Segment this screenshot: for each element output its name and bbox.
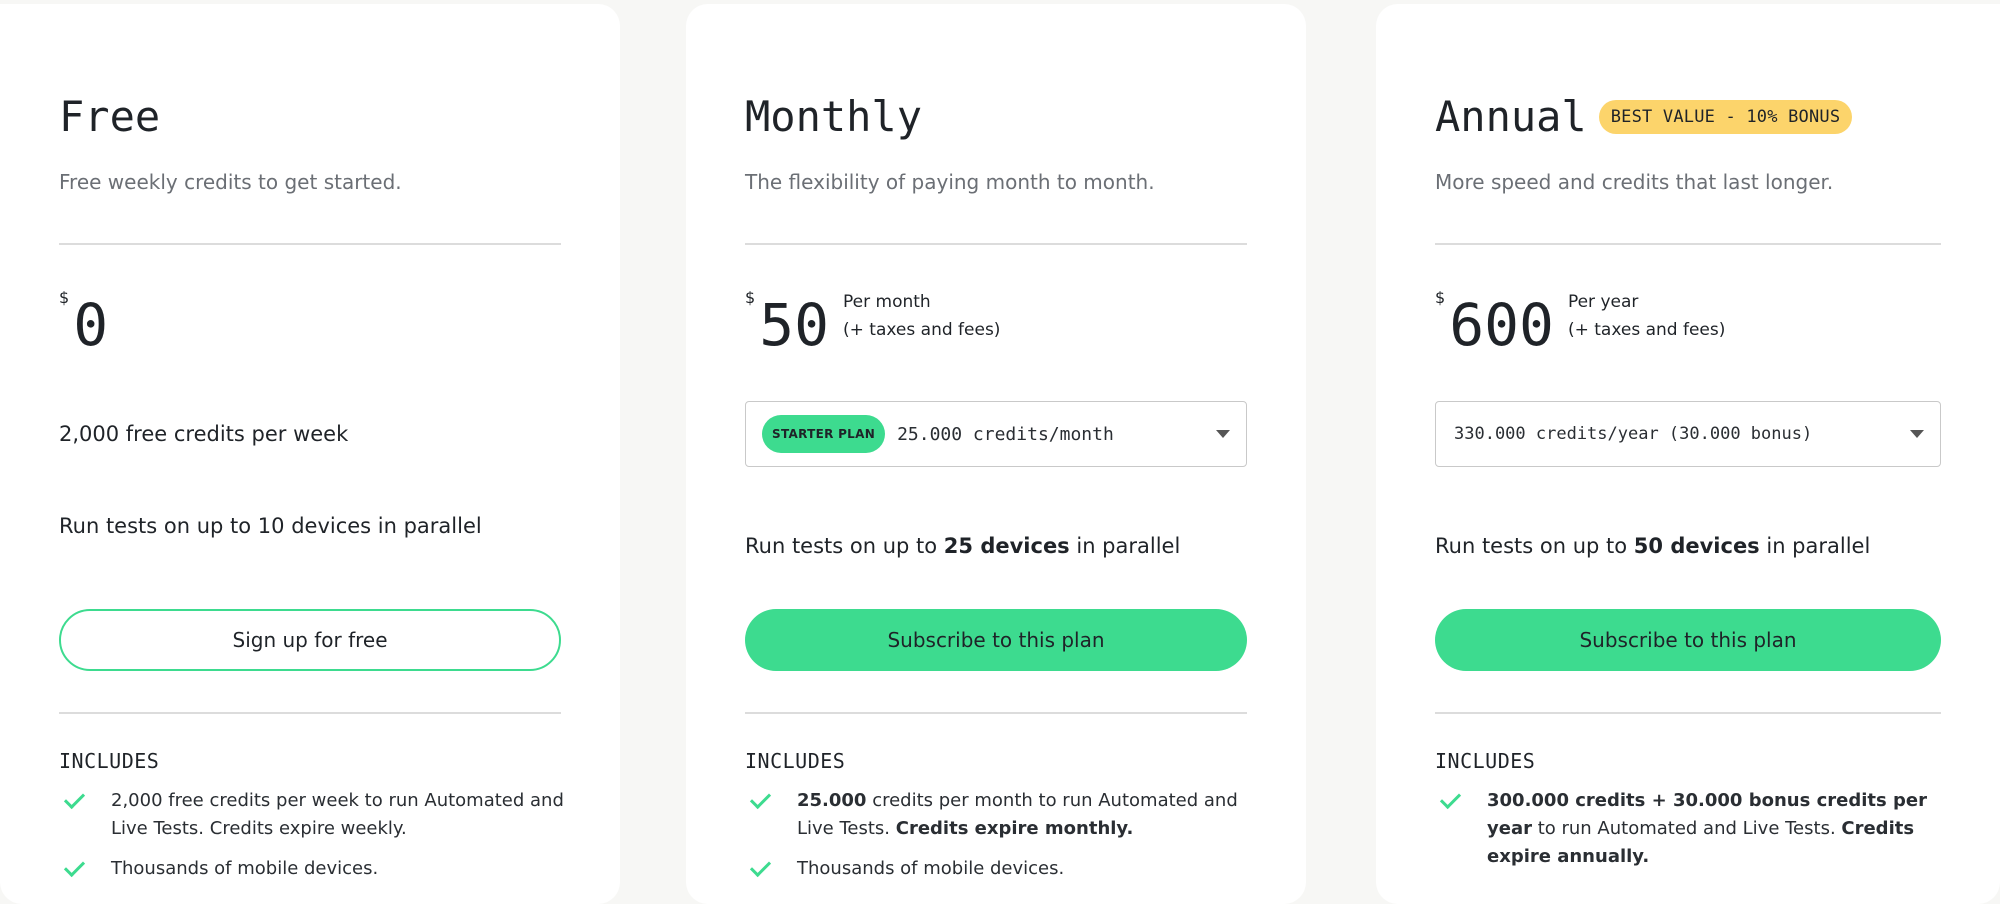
feature-bold-expiry: Credits expire monthly. (895, 818, 1134, 839)
check-icon (1435, 787, 1487, 815)
currency-symbol: $ (745, 288, 756, 307)
plan-title: Monthly (745, 92, 922, 141)
includes-label: INCLUDES (745, 749, 846, 773)
price: $ 0 (59, 288, 108, 354)
credits-select[interactable]: STARTER PLAN 25.000 credits/month (745, 401, 1247, 467)
feature-text: 300.000 credits + 30.000 bonus credits p… (1487, 787, 1947, 871)
divider (745, 243, 1247, 245)
plan-title-text: Monthly (745, 92, 923, 141)
plan-subtitle: Free weekly credits to get started. (59, 170, 402, 194)
starter-plan-tag: STARTER PLAN (762, 415, 886, 453)
feature-item: 300.000 credits + 30.000 bonus credits p… (1435, 787, 1947, 871)
feature-text: 25.000 credits per month to run Automate… (797, 787, 1257, 843)
includes-label: INCLUDES (1435, 749, 1536, 773)
subscribe-monthly-button[interactable]: Subscribe to this plan (745, 609, 1247, 671)
plan-title-text: Annual (1435, 92, 1587, 141)
best-value-badge: BEST VALUE - 10% BONUS (1598, 99, 1853, 134)
tax-note: (+ taxes and fees) (1567, 320, 1726, 340)
divider (745, 712, 1247, 714)
check-icon (745, 855, 797, 883)
feature-item: Thousands of mobile devices. (745, 855, 1064, 883)
devices-text: Run tests on up to 50 devices in paralle… (1435, 534, 1870, 558)
devices-count: 25 devices (943, 534, 1070, 558)
feature-item: 2,000 free credits per week to run Autom… (59, 787, 571, 843)
devices-text: Run tests on up to 25 devices in paralle… (745, 534, 1180, 558)
chevron-down-icon (1910, 430, 1924, 438)
check-icon (59, 855, 111, 883)
feature-mid: to run Automated and Live Tests. (1531, 818, 1842, 839)
devices-count: 50 devices (1633, 534, 1760, 558)
currency-symbol: $ (59, 288, 70, 307)
pricing-cards: Free Free weekly credits to get started.… (0, 0, 2000, 904)
plan-card-free: Free Free weekly credits to get started.… (0, 4, 620, 904)
price-amount: 600 (1449, 291, 1554, 359)
divider (59, 243, 561, 245)
devices-prefix: Run tests on up to (745, 534, 944, 558)
period-label: Per year (1567, 292, 1639, 312)
plan-title: Annual BEST VALUE - 10% BONUS (1435, 92, 1853, 141)
period-label: Per month (843, 292, 931, 312)
chevron-down-icon (1216, 430, 1230, 438)
plan-card-annual: Annual BEST VALUE - 10% BONUS More speed… (1376, 4, 2000, 904)
plan-card-monthly: Monthly The flexibility of paying month … (686, 4, 1306, 904)
devices-text: Run tests on up to 10 devices in paralle… (59, 514, 482, 538)
plan-title: Free (59, 92, 160, 141)
check-icon (59, 787, 111, 815)
feature-item: 25.000 credits per month to run Automate… (745, 787, 1257, 843)
devices-suffix: in parallel (1759, 534, 1871, 558)
feature-text: Thousands of mobile devices. (797, 858, 1065, 879)
credits-select[interactable]: 330.000 credits/year (30.000 bonus) (1435, 401, 1941, 467)
select-value: 25.000 credits/month (897, 423, 1114, 445)
price-amount: 50 (759, 291, 830, 359)
divider (1435, 243, 1941, 245)
plan-subtitle: The flexibility of paying month to month… (745, 170, 1155, 194)
divider (59, 712, 561, 714)
currency-symbol: $ (1435, 288, 1446, 307)
check-icon (745, 787, 797, 815)
divider (1435, 712, 1941, 714)
credits-text: 2,000 free credits per week (59, 422, 349, 446)
subscribe-annual-button[interactable]: Subscribe to this plan (1435, 609, 1941, 671)
devices-prefix: Run tests on up to (1435, 534, 1634, 558)
devices-suffix: in parallel (1069, 534, 1181, 558)
feature-text: Thousands of mobile devices. (111, 858, 379, 879)
includes-label: INCLUDES (59, 749, 160, 773)
price: $ 50 Per month (+ taxes and fees) (745, 288, 1000, 354)
select-value: 330.000 credits/year (30.000 bonus) (1454, 424, 1813, 444)
plan-title-text: Free (59, 92, 161, 141)
feature-bold: 25.000 (797, 790, 867, 811)
sign-up-free-button[interactable]: Sign up for free (59, 609, 561, 671)
price-period: Per year (+ taxes and fees) (1568, 288, 1725, 344)
plan-subtitle: More speed and credits that last longer. (1435, 170, 1834, 194)
tax-note: (+ taxes and fees) (843, 320, 1001, 340)
feature-item: Thousands of mobile devices. (59, 855, 378, 883)
price: $ 600 Per year (+ taxes and fees) (1435, 288, 1725, 354)
price-period: Per month (+ taxes and fees) (843, 288, 1000, 344)
feature-text: 2,000 free credits per week to run Autom… (111, 790, 564, 839)
price-amount: 0 (73, 291, 109, 359)
